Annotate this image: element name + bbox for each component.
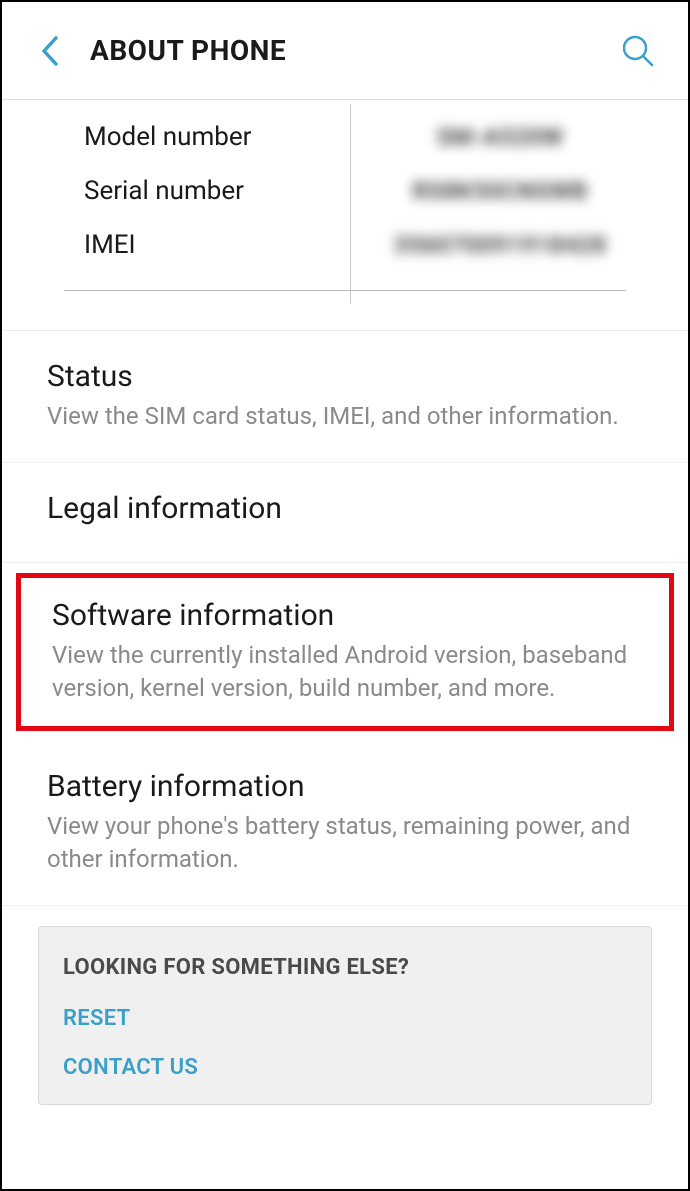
status-title: Status bbox=[47, 359, 643, 394]
search-icon bbox=[620, 33, 656, 69]
serial-label: Serial number bbox=[2, 176, 342, 206]
legal-title: Legal information bbox=[47, 491, 643, 526]
serial-value: RS8K50CNSWB bbox=[412, 177, 587, 205]
imei-label: IMEI bbox=[2, 230, 342, 260]
footer-box: LOOKING FOR SOMETHING ELSE? RESET CONTAC… bbox=[38, 926, 652, 1105]
section-gap bbox=[2, 291, 688, 331]
status-item[interactable]: Status View the SIM card status, IMEI, a… bbox=[2, 331, 688, 463]
imei-value: 356070091918428 bbox=[393, 231, 606, 259]
serial-number-row[interactable]: Serial number RS8K50CNSWB bbox=[2, 164, 688, 218]
serial-value-cell: RS8K50CNSWB bbox=[342, 177, 688, 205]
footer-title: LOOKING FOR SOMETHING ELSE? bbox=[63, 955, 627, 980]
model-label: Model number bbox=[2, 122, 342, 152]
reset-link[interactable]: RESET bbox=[63, 1006, 627, 1031]
model-value-cell: SM-A520W bbox=[342, 123, 688, 151]
chevron-left-icon bbox=[40, 35, 60, 67]
status-subtitle: View the SIM card status, IMEI, and othe… bbox=[47, 400, 643, 432]
imei-value-cell: 356070091918428 bbox=[342, 231, 688, 259]
battery-information-item[interactable]: Battery information View your phone's ba… bbox=[2, 741, 688, 906]
software-title: Software information bbox=[52, 598, 638, 633]
model-number-row[interactable]: Model number SM-A520W bbox=[2, 110, 688, 164]
software-subtitle: View the currently installed Android ver… bbox=[52, 639, 638, 704]
imei-row[interactable]: IMEI 356070091918428 bbox=[2, 218, 688, 272]
legal-information-item[interactable]: Legal information bbox=[2, 463, 688, 563]
back-button[interactable] bbox=[30, 31, 70, 71]
header: ABOUT PHONE bbox=[2, 2, 688, 100]
software-information-item[interactable]: Software information View the currently … bbox=[16, 573, 674, 731]
battery-subtitle: View your phone's battery status, remain… bbox=[47, 810, 643, 875]
contact-us-link[interactable]: CONTACT US bbox=[63, 1055, 627, 1080]
model-value: SM-A520W bbox=[437, 123, 564, 151]
battery-title: Battery information bbox=[47, 769, 643, 804]
search-button[interactable] bbox=[616, 29, 660, 73]
device-info-table: Model number SM-A520W Serial number RS8K… bbox=[2, 100, 688, 272]
page-title: ABOUT PHONE bbox=[90, 34, 286, 67]
